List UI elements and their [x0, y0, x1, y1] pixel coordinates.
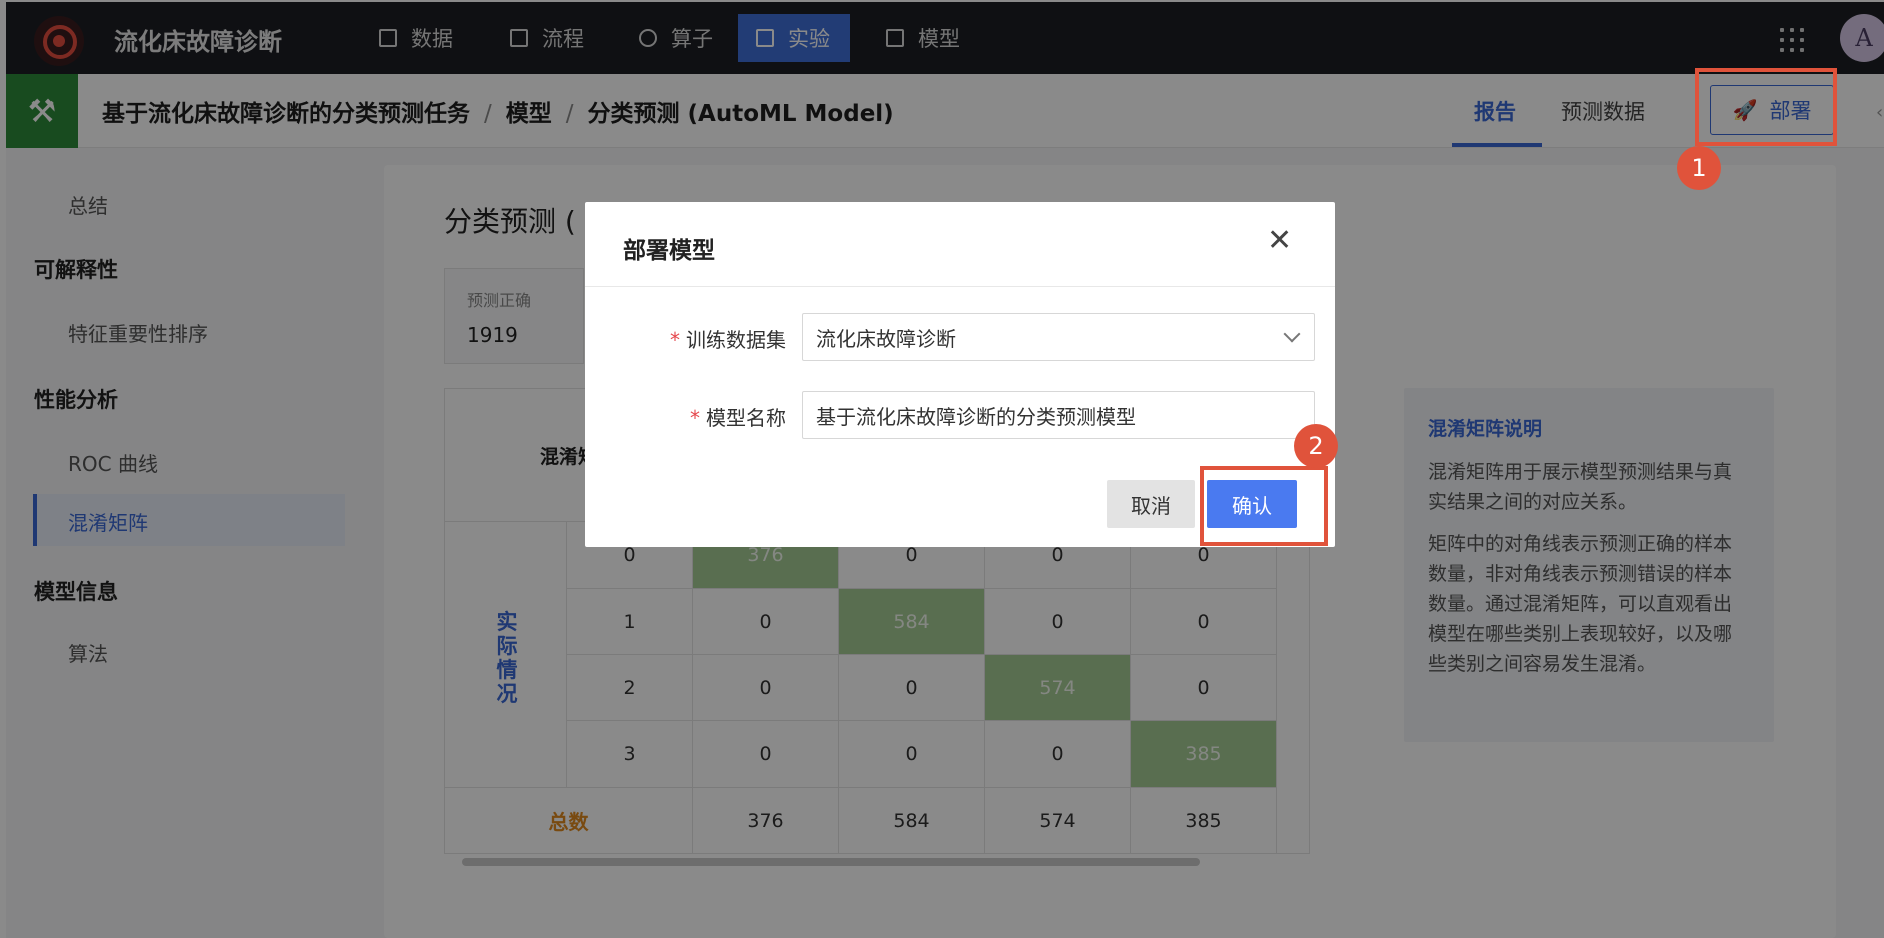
required-mark: *	[690, 406, 700, 430]
chevron-down-icon	[1283, 325, 1301, 343]
training-dataset-label: * 训练数据集	[670, 328, 786, 352]
close-icon[interactable]: ✕	[1267, 226, 1292, 256]
callout-box-confirm	[1200, 466, 1328, 546]
callout-badge: 2	[1294, 424, 1338, 468]
model-name-label: * 模型名称	[690, 406, 786, 430]
model-name-input[interactable]: 基于流化床故障诊断的分类预测模型	[802, 391, 1315, 439]
cancel-button[interactable]: 取消	[1107, 480, 1195, 528]
input-value: 基于流化床故障诊断的分类预测模型	[816, 404, 1136, 429]
callout-box-deploy	[1695, 68, 1837, 146]
dialog-title: 部署模型	[623, 238, 715, 264]
callout-badge: 1	[1677, 146, 1721, 190]
required-mark: *	[670, 328, 680, 352]
dialog-divider	[585, 286, 1335, 287]
select-value: 流化床故障诊断	[816, 326, 956, 351]
training-dataset-select[interactable]: 流化床故障诊断	[802, 313, 1315, 361]
